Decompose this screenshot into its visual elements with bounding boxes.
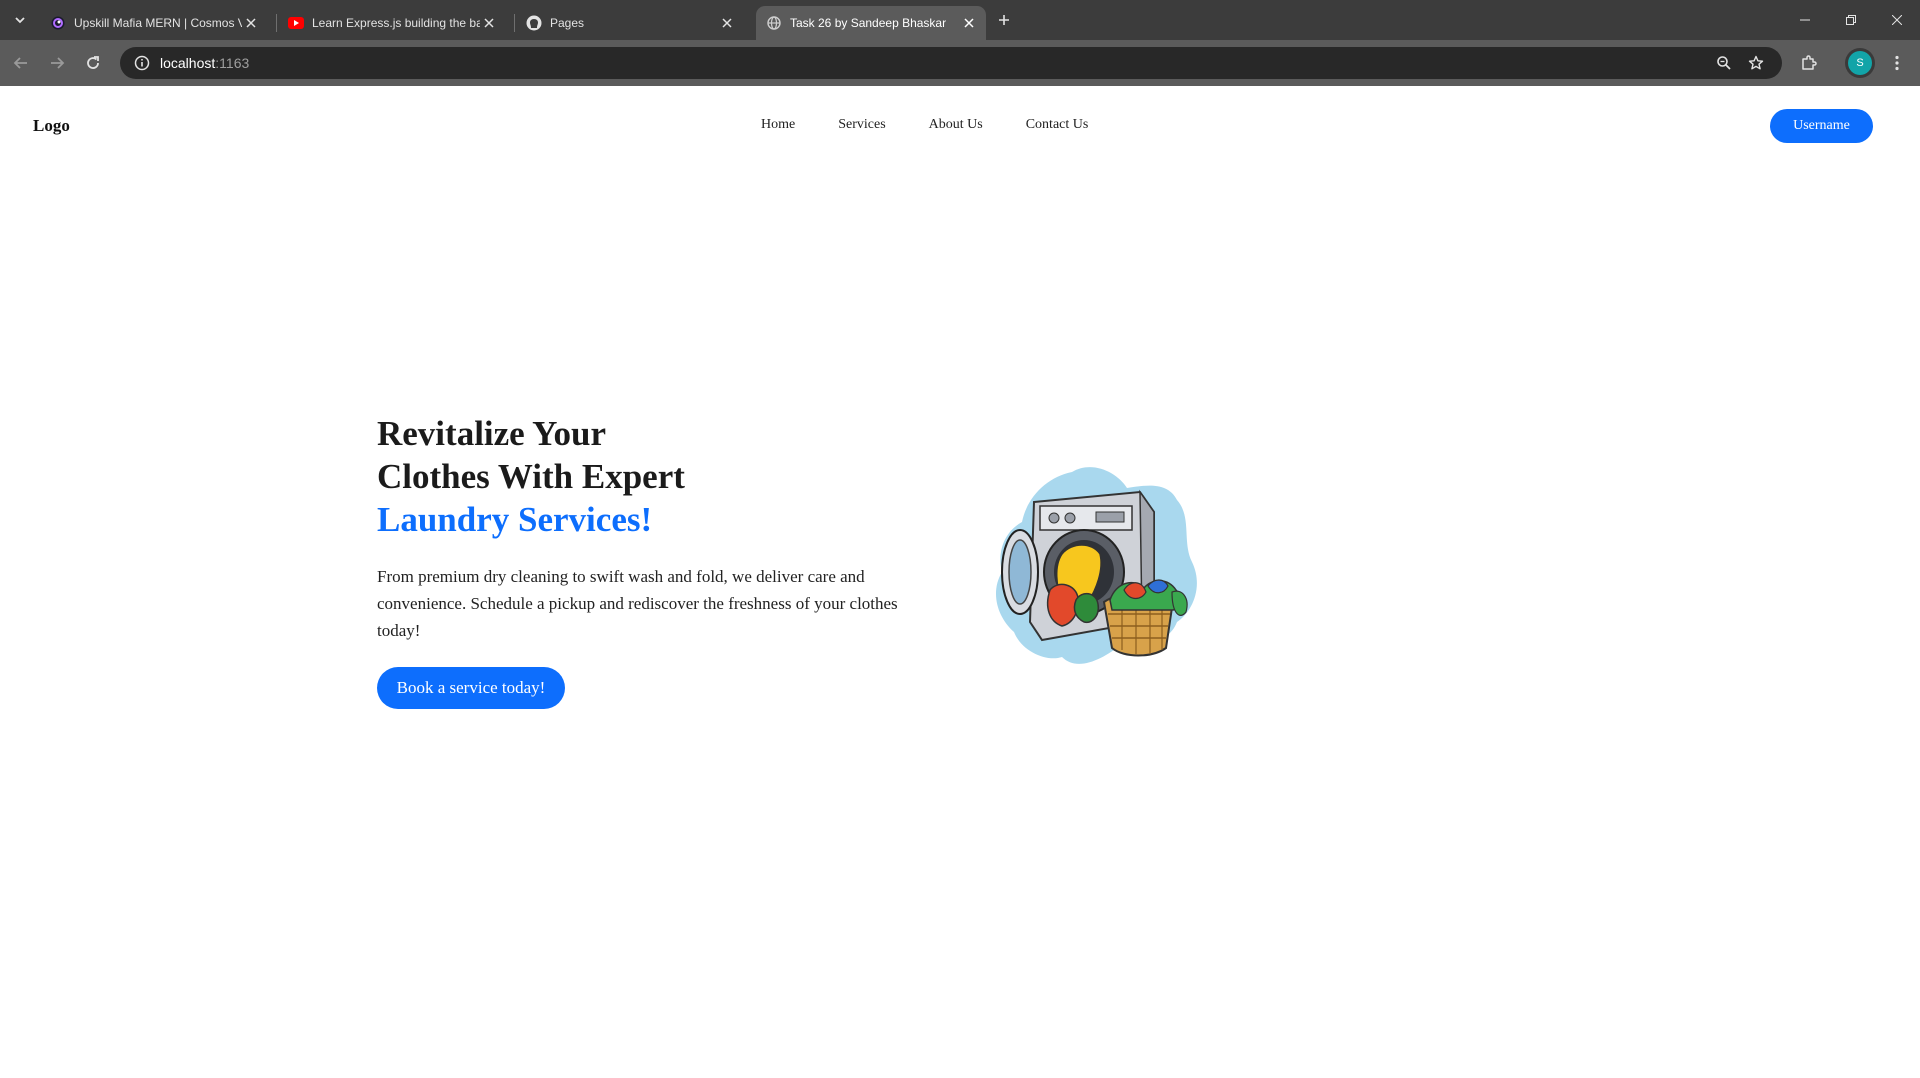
tab-title: Task 26 by Sandeep Bhaskar [790, 16, 947, 30]
globe-icon [766, 15, 782, 31]
hero-title-accent: Laundry Services! [377, 500, 653, 539]
tab-pages[interactable]: Pages [516, 6, 744, 40]
browser-menu-button[interactable] [1882, 48, 1912, 78]
close-icon[interactable] [960, 14, 978, 32]
tab-separator [514, 14, 515, 32]
new-tab-button[interactable] [992, 8, 1016, 32]
nav-link-home[interactable]: Home [761, 117, 795, 133]
hero-description: From premium dry cleaning to swift wash … [377, 567, 898, 640]
laundry-illustration [992, 462, 1208, 672]
close-icon [1892, 15, 1902, 25]
site-logo[interactable]: Logo [33, 116, 70, 136]
tab-title: Upskill Mafia MERN | Cosmos V [74, 16, 242, 30]
hero-section: Revitalize Your Clothes With Expert Laun… [377, 412, 937, 709]
tab-search-button[interactable] [8, 8, 32, 32]
minimize-button[interactable] [1782, 0, 1828, 40]
url-port: :1163 [215, 55, 250, 71]
reload-icon [87, 56, 99, 69]
nav-link-services[interactable]: Services [838, 117, 885, 133]
hero-title-line-1: Revitalize Your [377, 414, 607, 453]
extensions-button[interactable] [1794, 48, 1824, 78]
url-text[interactable]: localhost:1163 [160, 55, 249, 71]
profile-avatar[interactable]: S [1848, 51, 1872, 75]
reload-button[interactable] [78, 48, 108, 78]
restore-icon [1846, 15, 1856, 25]
chevron-down-icon [15, 17, 25, 24]
arrow-right-icon [51, 57, 65, 69]
back-button[interactable] [6, 48, 36, 78]
more-vertical-icon [1895, 55, 1899, 71]
close-icon[interactable] [242, 14, 260, 32]
address-bar[interactable]: localhost:1163 [120, 47, 1782, 79]
url-host: localhost [160, 55, 216, 71]
nav-links: Home Services About Us Contact Us [761, 117, 1131, 133]
nav-link-about-us[interactable]: About Us [929, 117, 983, 133]
username-button[interactable]: Username [1770, 109, 1873, 143]
hero-title: Revitalize Your Clothes With Expert Laun… [377, 412, 937, 541]
close-icon[interactable] [718, 14, 736, 32]
tab-learn-express[interactable]: Learn Express.js building the ba [278, 6, 506, 40]
youtube-icon [288, 15, 304, 31]
bookmark-star-icon[interactable] [1744, 51, 1768, 75]
close-icon[interactable] [480, 14, 498, 32]
tab-separator [276, 14, 277, 32]
site-info-icon[interactable] [126, 47, 158, 79]
puzzle-icon [1802, 55, 1817, 70]
minimize-icon [1800, 19, 1810, 21]
site-navbar: Logo Home Services About Us Contact Us U… [0, 86, 1920, 166]
arrow-left-icon [13, 57, 27, 69]
hero-title-line-2: Clothes With Expert [377, 457, 685, 496]
washing-machine-icon [995, 467, 1197, 664]
tab-title: Learn Express.js building the ba [312, 16, 480, 30]
tab-strip: Upskill Mafia MERN | Cosmos V Learn Expr… [0, 0, 1920, 40]
plus-icon [999, 15, 1009, 25]
cosmos-icon [50, 15, 66, 31]
book-service-button[interactable]: Book a service today! [377, 667, 565, 709]
zoom-icon[interactable] [1712, 51, 1736, 75]
github-icon [526, 15, 542, 31]
close-window-button[interactable] [1874, 0, 1920, 40]
browser-toolbar: localhost:1163 S [0, 40, 1920, 86]
tab-upskill-mafia[interactable]: Upskill Mafia MERN | Cosmos V [40, 6, 268, 40]
tab-title: Pages [550, 16, 585, 30]
nav-link-contact-us[interactable]: Contact Us [1026, 117, 1089, 133]
forward-button[interactable] [42, 48, 72, 78]
tab-task-26[interactable]: Task 26 by Sandeep Bhaskar [756, 6, 986, 40]
restore-button[interactable] [1828, 0, 1874, 40]
